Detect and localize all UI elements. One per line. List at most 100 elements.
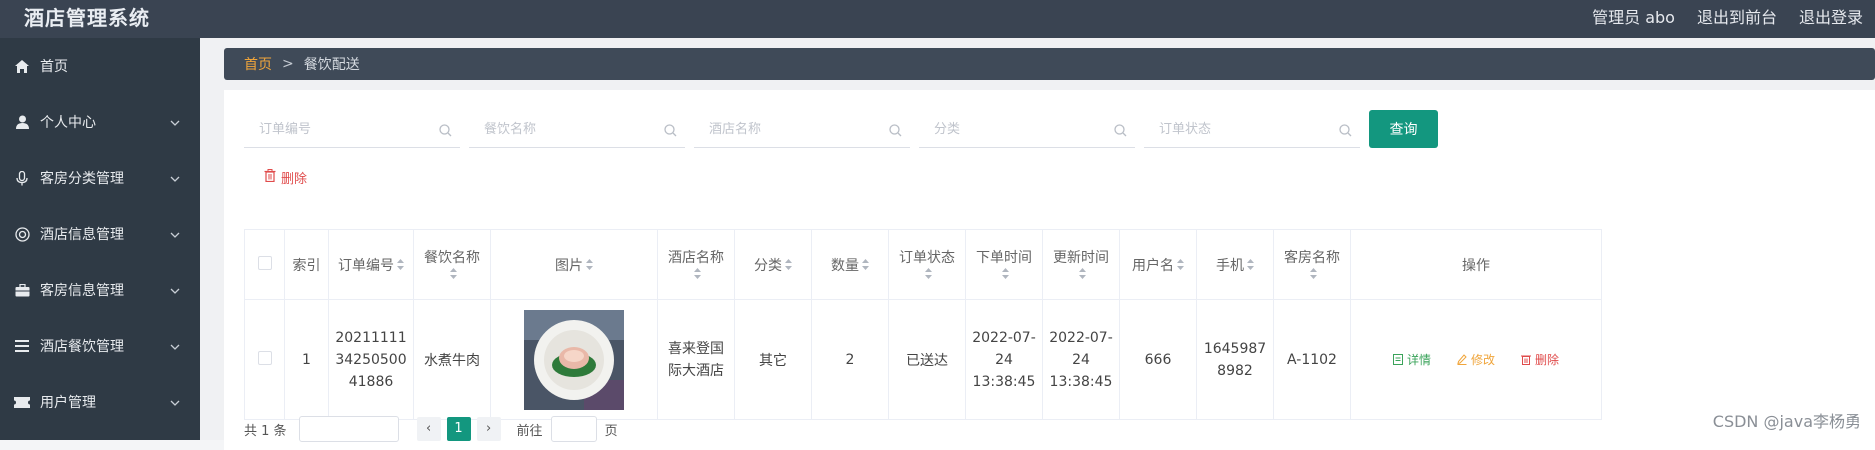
cell-created-time: 2022-07-24 13:38:45 (966, 300, 1043, 420)
sidebar-item-profile[interactable]: 个人中心 (0, 94, 200, 150)
hotel-name-input[interactable] (694, 112, 874, 146)
col-dish-name[interactable]: 餐饮名称 (414, 230, 491, 300)
app-title: 酒店管理系统 (24, 2, 150, 31)
col-order-no[interactable]: 订单编号 (329, 230, 414, 300)
sidebar-item-catering[interactable]: 酒店餐饮管理 (0, 318, 200, 374)
header-label: 酒店名称 (662, 247, 730, 267)
detail-button[interactable]: 详情 (1393, 351, 1431, 368)
chevron-down-icon (170, 114, 180, 130)
ticket-icon (14, 394, 30, 410)
row-checkbox[interactable] (258, 351, 272, 365)
order-no-input[interactable] (244, 112, 424, 146)
header-label: 客房名称 (1278, 247, 1346, 267)
sidebar-item-hotel-info[interactable]: 酒店信息管理 (0, 206, 200, 262)
cell-phone: 16459878982 (1197, 300, 1274, 420)
goto-label: 前往 (517, 420, 543, 439)
sort-icon[interactable] (925, 267, 932, 283)
select-all-checkbox[interactable] (258, 256, 272, 270)
edit-button[interactable]: 修改 (1457, 351, 1495, 368)
logout-link[interactable]: 退出登录 (1799, 4, 1863, 28)
col-updated-time[interactable]: 更新时间 (1043, 230, 1120, 300)
sort-icon[interactable] (1002, 267, 1009, 283)
col-room-name[interactable]: 客房名称 (1274, 230, 1351, 300)
search-category (919, 112, 1135, 148)
pagination: 共 1 条 ‹ 1 › 前往 页 (244, 416, 618, 442)
search-dish-name (469, 112, 685, 148)
delete-label: 删除 (281, 168, 307, 187)
sort-icon[interactable] (1177, 258, 1184, 274)
exit-to-frontend-link[interactable]: 退出到前台 (1697, 4, 1777, 28)
col-created-time[interactable]: 下单时间 (966, 230, 1043, 300)
chevron-down-icon (170, 170, 180, 186)
cell-quantity: 2 (812, 300, 889, 420)
sidebar-item-home[interactable]: 首页 (0, 38, 200, 94)
col-phone[interactable]: 手机 (1197, 230, 1274, 300)
sort-icon[interactable] (694, 267, 701, 283)
header-label: 手机 (1216, 258, 1244, 274)
cell-updated-time: 2022-07-24 13:38:45 (1043, 300, 1120, 420)
sort-icon[interactable] (450, 267, 457, 283)
briefcase-icon (14, 282, 30, 298)
dish-name-input[interactable] (469, 112, 649, 146)
cell-status: 已送达 (889, 300, 966, 420)
cell-order-no: 202111113425050041886 (329, 300, 414, 420)
cell-image (491, 300, 658, 420)
circle-icon (14, 226, 30, 242)
sidebar-item-users[interactable]: 用户管理 (0, 374, 200, 430)
orders-table: 索引 订单编号 餐饮名称 图片 酒店名称 分类 数量 订单状态 下单时间 更新时… (244, 229, 1602, 420)
col-quantity[interactable]: 数量 (812, 230, 889, 300)
col-image[interactable]: 图片 (491, 230, 658, 300)
search-icon (1339, 122, 1352, 141)
admin-user-label[interactable]: 管理员 abo (1592, 4, 1675, 28)
delete-row-button[interactable]: 删除 (1521, 351, 1559, 368)
order-status-input[interactable] (1144, 112, 1324, 146)
goto-page-input[interactable] (551, 416, 597, 442)
category-input[interactable] (919, 112, 1099, 146)
sort-icon[interactable] (1310, 267, 1317, 283)
col-index: 索引 (285, 230, 329, 300)
sort-icon[interactable] (862, 258, 869, 274)
batch-delete-button[interactable]: 删除 (264, 168, 307, 187)
cell-index: 1 (285, 300, 329, 420)
header-label: 更新时间 (1047, 247, 1115, 267)
sidebar-item-room-category[interactable]: 客房分类管理 (0, 150, 200, 206)
sort-icon[interactable] (1247, 258, 1254, 274)
col-category[interactable]: 分类 (735, 230, 812, 300)
col-status[interactable]: 订单状态 (889, 230, 966, 300)
header-label: 用户名 (1132, 258, 1174, 274)
dish-thumbnail-image[interactable] (524, 310, 624, 410)
page-size-select[interactable] (299, 416, 399, 442)
trash-icon (264, 169, 276, 186)
sort-icon[interactable] (586, 258, 593, 274)
sidebar-item-label: 酒店信息管理 (40, 224, 124, 244)
sidebar-item-label: 个人中心 (40, 112, 96, 132)
main-content: 首页 > 餐饮配送 查询 删除 (200, 38, 1875, 440)
header-label: 餐饮名称 (418, 247, 486, 267)
total-count: 共 1 条 (244, 420, 287, 439)
breadcrumb-home-link[interactable]: 首页 (244, 54, 272, 74)
sidebar-item-label: 用户管理 (40, 392, 96, 412)
document-icon (1393, 354, 1403, 365)
query-button[interactable]: 查询 (1369, 110, 1438, 148)
sidebar-item-room-info[interactable]: 客房信息管理 (0, 262, 200, 318)
goto-suffix: 页 (605, 420, 618, 439)
sort-icon[interactable] (1079, 267, 1086, 283)
sort-icon[interactable] (785, 258, 792, 274)
page-number-current[interactable]: 1 (447, 417, 471, 441)
col-username[interactable]: 用户名 (1120, 230, 1197, 300)
header-label: 索引 (293, 258, 321, 274)
cell-dish-name: 水煮牛肉 (414, 300, 491, 420)
breadcrumb: 首页 > 餐饮配送 (224, 48, 1875, 80)
prev-page-button[interactable]: ‹ (417, 417, 441, 441)
watermark: CSDN @java李杨勇 (1713, 408, 1861, 432)
next-page-button[interactable]: › (477, 417, 501, 441)
sidebar-item-label: 酒店餐饮管理 (40, 336, 124, 356)
search-icon (1114, 122, 1127, 141)
sidebar-item-label: 首页 (40, 56, 68, 76)
detail-label: 详情 (1407, 351, 1431, 368)
cell-category: 其它 (735, 300, 812, 420)
search-hotel-name (694, 112, 910, 148)
sort-icon[interactable] (397, 258, 404, 274)
col-hotel-name[interactable]: 酒店名称 (658, 230, 735, 300)
search-icon (889, 122, 902, 141)
